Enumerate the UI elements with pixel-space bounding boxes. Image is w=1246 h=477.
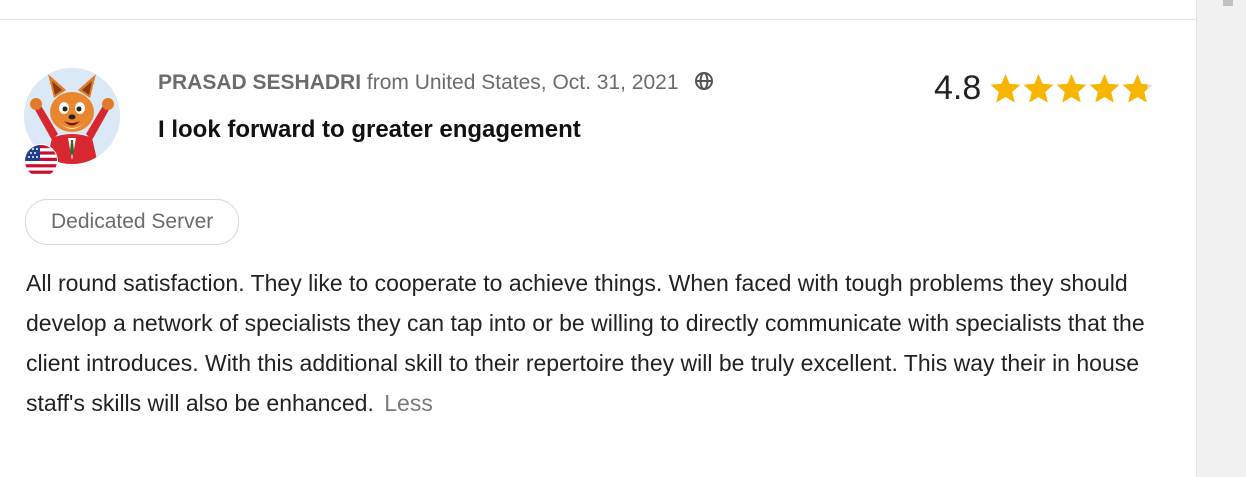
reviewer-avatar-group — [24, 68, 122, 178]
rating-stars — [989, 72, 1154, 105]
us-flag-icon — [24, 144, 58, 178]
star-icon — [1089, 73, 1120, 103]
scrollbar-thumb[interactable] — [1223, 0, 1233, 6]
review-meta: PRASAD SESHADRI from United States, Oct.… — [158, 70, 714, 98]
review-origin-date: from United States, Oct. 31, 2021 — [361, 71, 679, 94]
review-body: All round satisfaction. They like to coo… — [26, 263, 1176, 423]
rating: 4.8 — [934, 68, 1154, 108]
star-icon — [990, 73, 1021, 103]
star-icon — [1056, 73, 1087, 103]
reviewer-name: PRASAD SESHADRI — [158, 71, 362, 94]
star-icon — [1023, 73, 1054, 103]
star-icon — [1122, 73, 1153, 103]
scrollbar[interactable] — [1196, 0, 1246, 477]
top-divider — [0, 19, 1196, 20]
less-link[interactable]: Less — [384, 390, 433, 416]
globe-icon[interactable] — [694, 71, 714, 98]
review-text: All round satisfaction. They like to coo… — [26, 270, 1145, 416]
rating-score: 4.8 — [934, 69, 982, 107]
review-title: I look forward to greater engagement — [158, 116, 581, 143]
service-tag[interactable]: Dedicated Server — [25, 199, 240, 245]
